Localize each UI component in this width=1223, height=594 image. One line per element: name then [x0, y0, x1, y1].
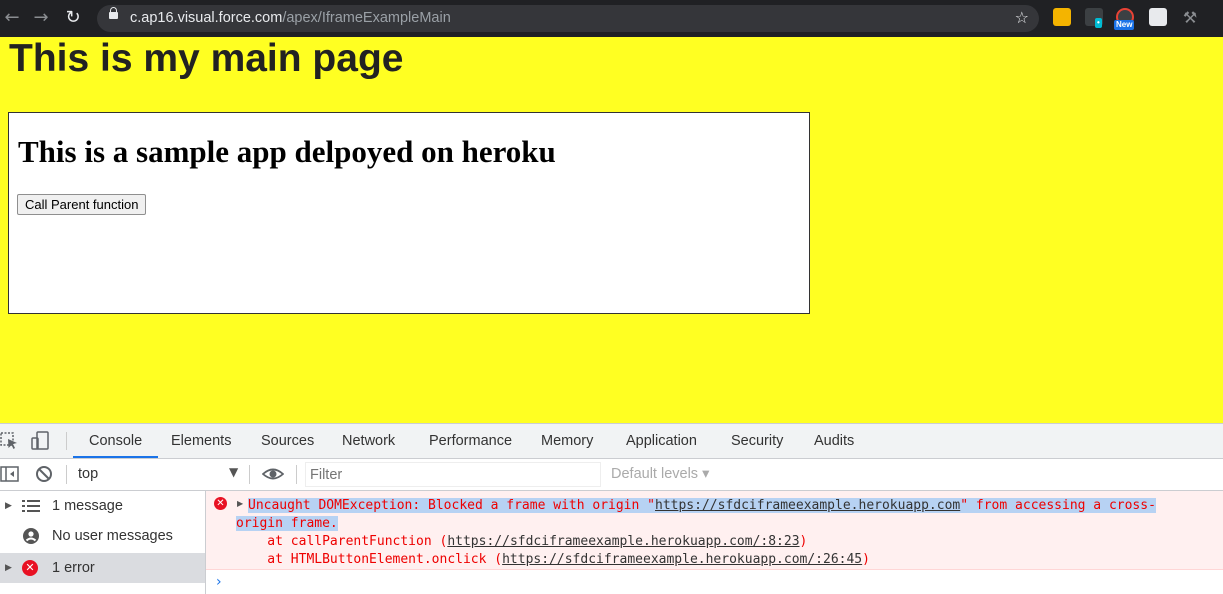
default-levels-dropdown[interactable]: Default levels ▾: [611, 466, 709, 482]
toolbar-divider: [66, 465, 67, 484]
context-selector[interactable]: top: [78, 466, 98, 482]
tab-network[interactable]: Network: [340, 424, 397, 458]
extension-cloud-icon[interactable]: [1149, 8, 1167, 26]
sidebar-item-label: 1 message: [52, 498, 123, 514]
iframe-title: This is a sample app delpoyed on heroku: [18, 134, 556, 169]
toolbar-divider: [249, 465, 250, 484]
stack-line-1: at callParentFunction (https://sfdcifram…: [236, 534, 807, 549]
sidebar-item-label: 1 error: [52, 560, 95, 576]
error-line-1: Uncaught DOMException: Blocked a frame w…: [248, 498, 1156, 513]
console-sidebar: ▶ 1 message No user messages ▶ ✕ 1 error: [0, 491, 206, 594]
tab-application[interactable]: Application: [624, 424, 699, 458]
live-expression-eye-icon[interactable]: [262, 464, 284, 484]
clear-console-icon[interactable]: [34, 464, 54, 484]
filter-input[interactable]: [305, 462, 601, 487]
browser-toolbar: ← → ↻ c.ap16.visual.force.com/apex/Ifram…: [0, 0, 1223, 37]
list-icon: [22, 500, 40, 512]
tab-memory[interactable]: Memory: [539, 424, 595, 458]
device-toolbar-icon[interactable]: [31, 431, 51, 451]
address-bar[interactable]: c.ap16.visual.force.com/apex/IframeExamp…: [97, 5, 1039, 32]
extension-wrench-icon[interactable]: ⚒: [1181, 8, 1199, 27]
user-icon: [23, 528, 39, 544]
tab-security[interactable]: Security: [729, 424, 785, 458]
reload-icon[interactable]: ↻: [61, 6, 85, 30]
sidebar-item-messages[interactable]: ▶ 1 message: [0, 491, 205, 521]
extension-new-badge: New: [1114, 20, 1135, 30]
extension-rainbow-icon[interactable]: New: [1114, 8, 1135, 30]
url-host: c.ap16.visual.force.com: [130, 10, 283, 26]
stack-text: at HTMLButtonElement.onclick (: [236, 552, 503, 567]
heroku-iframe: This is a sample app delpoyed on heroku …: [8, 112, 810, 314]
tab-sources[interactable]: Sources: [259, 424, 316, 458]
page-title: This is my main page: [9, 37, 404, 80]
error-icon: ✕: [22, 560, 38, 576]
lock-icon: [109, 7, 118, 19]
stack-text: at callParentFunction (: [236, 534, 448, 549]
error-text: origin frame.: [236, 516, 338, 531]
url-path: /apex/IframeExampleMain: [282, 10, 451, 26]
stack-line-2: at HTMLButtonElement.onclick (https://sf…: [236, 552, 870, 567]
main-page: This is my main page This is a sample ap…: [0, 37, 1223, 423]
forward-icon[interactable]: →: [29, 6, 53, 30]
expand-arrow-icon[interactable]: ▶: [5, 491, 12, 521]
sidebar-item-user-messages[interactable]: No user messages: [0, 521, 205, 551]
error-text: Uncaught DOMException: Blocked a frame w…: [248, 498, 655, 513]
error-line-2: origin frame.: [236, 516, 338, 531]
extension-search-icon[interactable]: [1053, 8, 1071, 26]
console-error-message[interactable]: ✕ ▶ Uncaught DOMException: Blocked a fra…: [206, 491, 1223, 570]
tab-performance[interactable]: Performance: [427, 424, 514, 458]
stack-text: ): [862, 552, 870, 567]
stack-source-link[interactable]: https://sfdciframeexample.herokuapp.com/…: [502, 552, 862, 567]
stack-source-link[interactable]: https://sfdciframeexample.herokuapp.com/…: [447, 534, 799, 549]
bookmark-star-icon[interactable]: ☆: [1015, 8, 1029, 27]
tabbar-divider: [66, 432, 67, 450]
toolbar-divider: [296, 465, 297, 484]
expand-arrow-icon[interactable]: ▶: [237, 499, 243, 508]
sidebar-toggle-icon[interactable]: [0, 464, 20, 484]
sidebar-item-errors[interactable]: ▶ ✕ 1 error: [0, 553, 205, 583]
url-text[interactable]: c.ap16.visual.force.com/apex/IframeExamp…: [130, 10, 451, 26]
extension-tool-icon[interactable]: •: [1085, 8, 1103, 28]
console-toolbar: top ▼ Default levels ▾: [0, 459, 1223, 491]
tab-elements[interactable]: Elements: [169, 424, 233, 458]
console-output: ✕ ▶ Uncaught DOMException: Blocked a fra…: [206, 491, 1223, 594]
back-icon[interactable]: ←: [0, 6, 24, 30]
stack-text: ): [799, 534, 808, 549]
console-prompt-icon[interactable]: ›: [216, 574, 222, 590]
error-icon: ✕: [214, 497, 227, 510]
devtools-tabbar: Console Elements Sources Network Perform…: [0, 424, 1223, 459]
call-parent-button[interactable]: Call Parent function: [17, 194, 147, 215]
expand-arrow-icon[interactable]: ▶: [5, 553, 12, 583]
error-text: " from accessing a cross-: [960, 498, 1156, 513]
sidebar-item-label: No user messages: [52, 528, 173, 544]
tab-audits[interactable]: Audits: [812, 424, 856, 458]
error-origin-link[interactable]: https://sfdciframeexample.herokuapp.com: [655, 498, 960, 513]
devtools-panel: Console Elements Sources Network Perform…: [0, 423, 1223, 594]
chevron-down-icon[interactable]: ▼: [229, 465, 238, 479]
tab-console[interactable]: Console: [72, 424, 159, 458]
inspect-element-icon[interactable]: [0, 431, 20, 451]
